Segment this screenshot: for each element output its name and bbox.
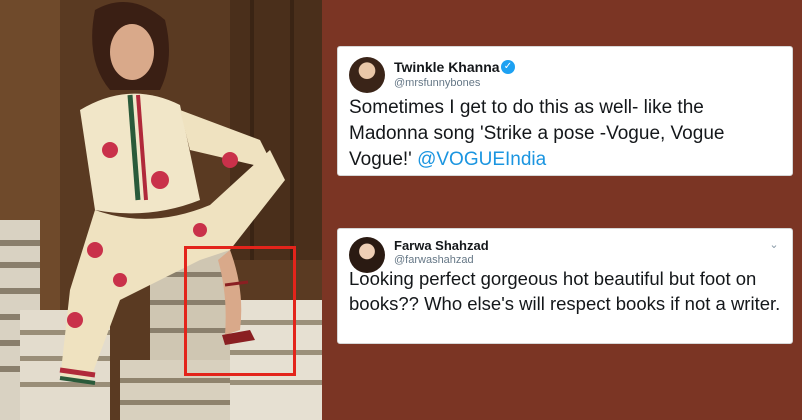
avatar[interactable]	[349, 57, 385, 93]
chevron-down-icon[interactable]: ⌄	[768, 239, 780, 251]
photo-woman-on-books	[0, 0, 322, 420]
mention-link[interactable]: @VOGUEIndia	[417, 149, 546, 170]
verified-badge-icon: ✓	[501, 60, 515, 74]
user-handle[interactable]: @mrsfunnybones	[394, 77, 480, 89]
tweet-text: Looking perfect gorgeous hot beautiful b…	[349, 268, 781, 314]
display-name[interactable]: Twinkle Khanna	[394, 59, 500, 75]
tweet-text: Sometimes I get to do this as well- like…	[349, 95, 782, 173]
display-name[interactable]: Farwa Shahzad	[394, 238, 489, 253]
tweet-card-1[interactable]: Twinkle Khanna ✓ @mrsfunnybones Sometime…	[337, 46, 793, 176]
tweet-card-2[interactable]: Farwa Shahzad @farwashahzad ⌄ Looking pe…	[337, 228, 793, 344]
user-handle[interactable]: @farwashahzad	[394, 254, 474, 266]
highlight-box	[184, 246, 296, 376]
